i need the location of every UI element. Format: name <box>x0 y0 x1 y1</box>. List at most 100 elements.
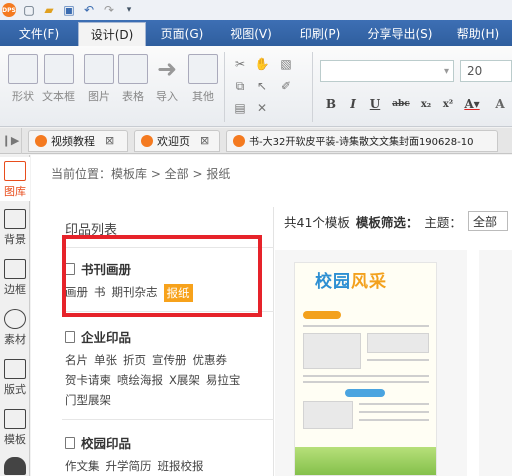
app-logo: DPS <box>2 3 16 17</box>
item-fold[interactable]: 折页 <box>123 352 146 368</box>
image-edit-icon[interactable]: ▧ <box>278 56 294 72</box>
table-button[interactable]: 表格 <box>118 54 148 104</box>
sidebar-item-template[interactable]: 模板 <box>0 409 30 453</box>
sidebar-item-border[interactable]: 边框 <box>0 259 30 303</box>
tab-scroll-icon[interactable]: ❙▶ <box>0 127 22 154</box>
menu-help[interactable]: 帮助(H) <box>444 20 512 46</box>
cloud-icon <box>4 457 26 475</box>
strikethrough-button[interactable]: abc <box>390 94 412 114</box>
cut-icon[interactable]: ✂ <box>232 56 248 72</box>
filter-label: 模板筛选： <box>355 214 419 230</box>
sidebar-label: 图库 <box>4 185 26 198</box>
bold-button[interactable]: B <box>324 94 338 114</box>
delete-icon[interactable]: ✕ <box>254 100 270 116</box>
font-size-select[interactable]: 20 <box>460 60 512 82</box>
menu-file[interactable]: 文件(F) <box>0 20 78 46</box>
shape-button[interactable]: 形状 <box>8 54 38 104</box>
preview-text-line <box>359 403 429 405</box>
sidebar-label: 背景 <box>4 233 26 246</box>
font-color-button[interactable]: A▾ <box>462 94 482 114</box>
template-thumbnail[interactable]: 校园风采 <box>275 250 467 476</box>
tab-video-tutorial[interactable]: 视频教程 ⊠ <box>28 129 128 152</box>
background-icon <box>4 209 26 229</box>
subscript-button[interactable]: x₂ <box>418 94 434 114</box>
customize-icon[interactable]: ▾ <box>122 3 136 17</box>
close-icon[interactable]: ⊠ <box>105 134 114 147</box>
left-sidebar: 图库 背景 边框 素材 版式 模板 <box>0 155 30 476</box>
pointer-icon[interactable]: ↖ <box>254 78 270 94</box>
item-poster[interactable]: 喷绘海报 <box>117 372 163 388</box>
dps-icon <box>35 134 47 147</box>
underline-button[interactable]: U <box>368 94 382 114</box>
item-brochure[interactable]: 宣传册 <box>152 352 187 368</box>
item-coupon[interactable]: 优惠券 <box>193 352 228 368</box>
category-items: 名片 单张 折页 宣传册 优惠券 贺卡请柬 喷绘海报 X展架 易拉宝 门型展架 <box>65 352 265 408</box>
sidebar-item-layout[interactable]: 版式 <box>0 359 30 403</box>
document-tabs: ❙▶ 视频教程 ⊠ 欢迎页 ⊠ 书-大32开软皮平装-诗集散文文集封面19062… <box>0 127 512 154</box>
category-enterprise: 企业印品 名片 单张 折页 宣传册 优惠券 贺卡请柬 喷绘海报 X展架 易拉宝 … <box>65 327 277 408</box>
paste-icon[interactable]: ▤ <box>232 100 248 116</box>
item-door-stand[interactable]: 门型展架 <box>65 392 111 408</box>
item-essay-collection[interactable]: 作文集 <box>65 458 100 474</box>
template-thumbnail-next[interactable] <box>479 250 512 476</box>
hand-icon[interactable]: ✋ <box>254 56 270 72</box>
sidebar-item-background[interactable]: 背景 <box>0 209 30 253</box>
dps-icon <box>141 134 153 147</box>
item-x-stand[interactable]: X展架 <box>169 372 200 388</box>
textbox-label: 文本框 <box>42 90 75 103</box>
sidebar-item-gallery[interactable]: 图库 <box>0 157 30 201</box>
italic-button[interactable]: I <box>346 94 360 114</box>
open-folder-icon[interactable]: ▰ <box>42 3 56 17</box>
font-family-select[interactable]: ▾ <box>320 60 454 82</box>
ribbon-divider <box>312 52 313 122</box>
material-leaf-icon <box>4 309 26 329</box>
preview-section-bar <box>345 389 385 397</box>
menu-bar: 文件(F) 设计(D) 页面(G) 视图(V) 印刷(P) 分享导出(S) 帮助… <box>0 20 512 46</box>
results-toolbar: 共41个模板 模板筛选： 主题： 全部 <box>284 211 508 231</box>
menu-share-export[interactable]: 分享导出(S) <box>356 20 444 46</box>
menu-design[interactable]: 设计(D) <box>78 22 146 46</box>
other-button[interactable]: 其他 <box>188 54 218 104</box>
sidebar-item-more[interactable] <box>0 457 30 476</box>
category-title[interactable]: 企业印品 <box>65 327 277 346</box>
preview-text-line <box>303 375 429 377</box>
superscript-button[interactable]: x² <box>440 94 456 114</box>
quick-access-toolbar: DPS ▢ ▰ ▣ ↶ ↷ ▾ <box>0 0 512 20</box>
highlight-button[interactable]: A <box>490 94 510 114</box>
save-icon[interactable]: ▣ <box>62 3 76 17</box>
dps-icon <box>233 134 245 147</box>
close-icon[interactable]: ⊠ <box>200 134 209 147</box>
item-business-card[interactable]: 名片 <box>65 352 88 368</box>
template-library: 当前位置：模板库 > 全部 > 报纸 印品列表 书刊画册 画册 书 期刊杂志 报… <box>31 155 512 476</box>
selection-highlight <box>62 235 262 317</box>
copy-icon[interactable]: ⧉ <box>232 78 248 94</box>
category-items: 作文集 升学简历 班报校报 <box>65 458 265 474</box>
menu-view[interactable]: 视图(V) <box>218 20 284 46</box>
new-doc-icon[interactable]: ▢ <box>22 3 36 17</box>
menu-print[interactable]: 印刷(P) <box>284 20 356 46</box>
other-grid-icon <box>188 54 218 84</box>
undo-icon[interactable]: ↶ <box>82 3 96 17</box>
preview-text-line <box>303 381 429 383</box>
textbox-button[interactable]: 文本框 <box>42 54 75 104</box>
item-school-paper[interactable]: 班报校报 <box>158 458 204 474</box>
import-button[interactable]: ➜ 导入 <box>152 54 182 104</box>
tab-document[interactable]: 书-大32开软皮平装-诗集散文文集封面190628-10 <box>226 129 498 152</box>
sidebar-item-material[interactable]: 素材 <box>0 309 30 353</box>
redo-icon[interactable]: ↷ <box>102 3 116 17</box>
menu-page[interactable]: 页面(G) <box>146 20 218 46</box>
item-flyer[interactable]: 单张 <box>94 352 117 368</box>
item-resume[interactable]: 升学简历 <box>106 458 152 474</box>
topic-select[interactable]: 全部 <box>467 211 508 231</box>
category-title[interactable]: 校园印品 <box>65 433 277 452</box>
item-rollup[interactable]: 易拉宝 <box>206 372 241 388</box>
preview-text-line <box>359 419 429 421</box>
tab-welcome[interactable]: 欢迎页 ⊠ <box>134 129 220 152</box>
format-painter-icon[interactable]: ✐ <box>278 78 294 94</box>
sidebar-label: 模板 <box>4 433 26 446</box>
preview-title-b: 风采 <box>351 272 387 292</box>
template-count: 共41个模板 <box>284 214 350 230</box>
shape-label: 形状 <box>12 90 34 103</box>
image-button[interactable]: 图片 <box>84 54 114 104</box>
item-greeting-card[interactable]: 贺卡请柬 <box>65 372 111 388</box>
